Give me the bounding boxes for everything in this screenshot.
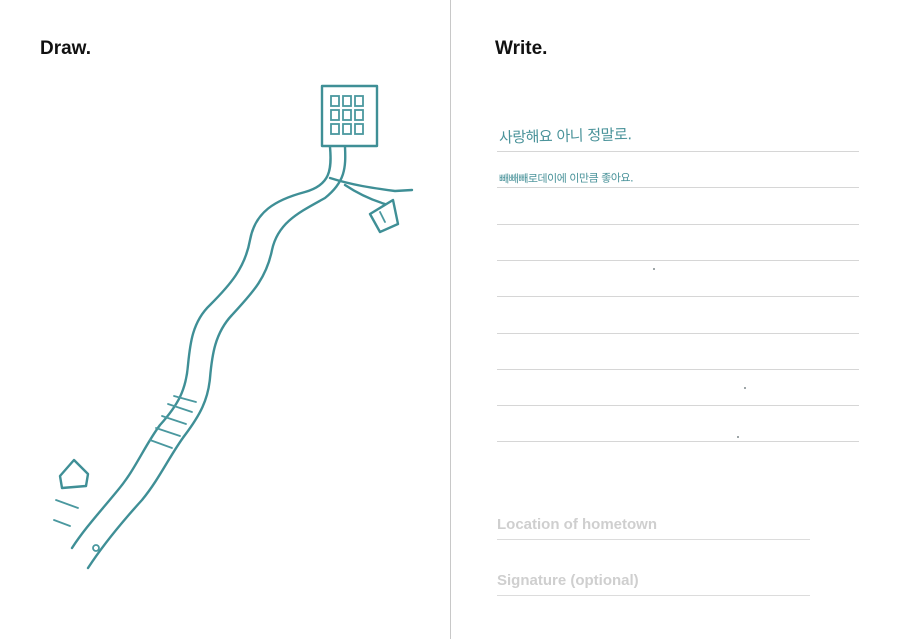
hometown-field-line[interactable] bbox=[497, 539, 810, 540]
building-drawing bbox=[320, 84, 379, 148]
signature-field-line[interactable] bbox=[497, 595, 810, 596]
house-drawing-right bbox=[368, 198, 400, 234]
ruled-line bbox=[497, 187, 859, 188]
house-drawing-left bbox=[53, 458, 90, 527]
ruled-line bbox=[497, 224, 859, 225]
paper-speck bbox=[653, 268, 655, 270]
handwritten-line-2: 빼빼빼로데이에 이만큼 좋아요. bbox=[498, 171, 634, 186]
ruled-line bbox=[497, 333, 859, 334]
handwritten-line-1: 사랑해요 아니 정말로. bbox=[498, 125, 632, 147]
paper-speck bbox=[737, 436, 739, 438]
road-branch bbox=[328, 176, 414, 206]
ruled-line bbox=[497, 151, 859, 152]
crosswalk-drawing bbox=[149, 395, 197, 449]
write-page: Write. 사랑해요 아니 정말로. 빼빼빼로데이에 이만큼 좋아요. Loc… bbox=[451, 0, 900, 639]
signature-field-label: Signature (optional) bbox=[497, 572, 639, 589]
ruled-line bbox=[497, 369, 859, 370]
ruled-line bbox=[497, 260, 859, 261]
ruled-line bbox=[497, 441, 859, 442]
ruled-line bbox=[497, 296, 859, 297]
draw-page: Draw. bbox=[0, 0, 450, 639]
ruled-line bbox=[497, 405, 859, 406]
hand-drawn-map bbox=[53, 84, 414, 570]
road-edge-right bbox=[86, 145, 347, 570]
hometown-field-label: Location of hometown bbox=[497, 516, 657, 533]
write-heading: Write. bbox=[495, 38, 548, 59]
paper-speck bbox=[744, 387, 746, 389]
road-edge-left bbox=[70, 145, 332, 550]
